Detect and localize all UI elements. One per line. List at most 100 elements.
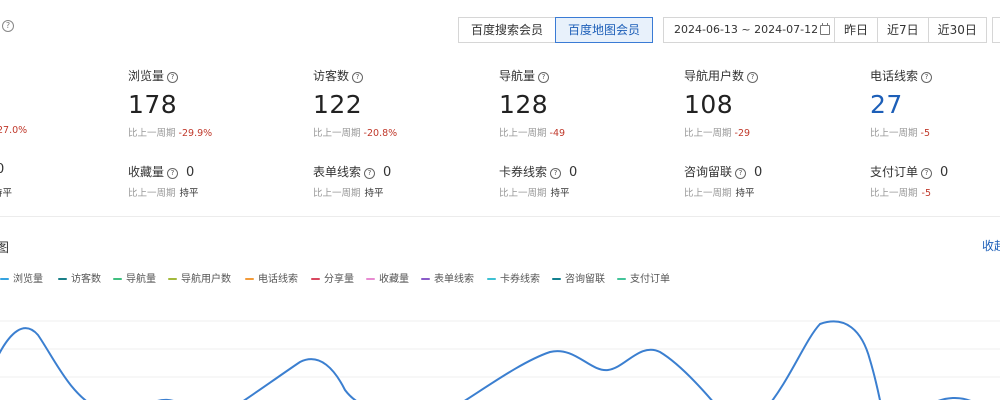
metric-value: 0 xyxy=(569,165,578,180)
metric-form-leads: 表单线索? 0 比上一周期 持平 xyxy=(313,163,391,199)
metric-favorites: 收藏量? 0 比上一周期 持平 xyxy=(128,163,199,199)
metric-value: 122 xyxy=(313,90,363,119)
metric-value: 0 xyxy=(383,165,392,180)
legend-item[interactable]: 支付订单 xyxy=(617,273,670,287)
legend-label: 咨询留联 xyxy=(565,274,605,285)
metric-consult-contacts: 咨询留联? 0 比上一周期 持平 xyxy=(684,163,762,199)
compare-value: 持平 xyxy=(550,188,570,199)
help-icon[interactable]: ? xyxy=(921,168,933,179)
date-range-text: 2024-06-13 ~ 2024-07-12 xyxy=(674,23,819,36)
compare-label: 比上一周期 xyxy=(870,128,918,139)
help-icon[interactable]: ? xyxy=(747,72,759,83)
metric-value: 0 xyxy=(754,165,763,180)
legend-label: 支付订单 xyxy=(630,274,670,285)
help-icon[interactable]: ? xyxy=(550,168,562,179)
metric-paid-orders: 支付订单? 0 比上一周期 -5 xyxy=(870,163,948,199)
legend-swatch xyxy=(552,278,561,280)
metric-coupon-leads: 卡券线索? 0 比上一周期 持平 xyxy=(499,163,577,199)
metric-value: 0 xyxy=(940,165,949,180)
help-icon[interactable]: ? xyxy=(735,168,747,179)
series-line-page-views xyxy=(0,320,971,400)
metric-label: 浏览量 xyxy=(128,69,165,83)
metric-value: 108 xyxy=(684,90,734,119)
compare-value: -5 xyxy=(921,188,931,199)
help-icon[interactable]: ? xyxy=(352,72,364,83)
help-icon[interactable]: ? xyxy=(364,168,376,179)
cut-metric-flat: 持平 xyxy=(0,188,13,199)
metric-label: 导航量 xyxy=(499,69,536,83)
help-icon[interactable]: ? xyxy=(167,168,179,179)
member-tabs: 百度搜索会员 百度地图会员 xyxy=(458,17,654,43)
legend-label: 浏览量 xyxy=(13,274,43,285)
metric-value: 128 xyxy=(499,90,549,119)
legend-swatch xyxy=(421,278,430,280)
legend-item[interactable]: 表单线索 xyxy=(421,273,474,287)
legend-swatch xyxy=(487,278,496,280)
tab-baidu-map-member[interactable]: 百度地图会员 xyxy=(555,17,654,43)
legend-swatch xyxy=(168,278,177,280)
legend-item[interactable]: 咨询留联 xyxy=(552,273,605,287)
legend-swatch xyxy=(311,278,320,280)
compare-value: 持平 xyxy=(179,188,199,199)
date-range-picker[interactable]: 2024-06-13 ~ 2024-07-12 xyxy=(663,17,840,43)
legend-swatch xyxy=(617,278,626,280)
metric-label: 导航用户数 xyxy=(684,69,745,83)
legend-label: 分享量 xyxy=(324,274,354,285)
tab-baidu-search-member[interactable]: 百度搜索会员 xyxy=(458,17,557,43)
compare-label: 比上一周期 xyxy=(870,188,918,199)
compare-label: 比上一周期 xyxy=(128,188,176,199)
legend-swatch xyxy=(366,278,375,280)
compare-value: -20.8% xyxy=(363,128,398,139)
help-icon[interactable]: ? xyxy=(2,20,14,32)
legend-item[interactable]: 导航量 xyxy=(113,273,156,287)
legend-label: 表单线索 xyxy=(434,274,474,285)
compare-value: -49 xyxy=(549,128,566,139)
metric-label: 表单线索 xyxy=(313,165,362,179)
legend-swatch xyxy=(0,278,9,280)
export-button[interactable] xyxy=(992,17,1000,43)
compare-value: -29.9% xyxy=(178,128,213,139)
metric-label: 咨询留联 xyxy=(684,165,733,179)
help-icon[interactable]: ? xyxy=(538,72,550,83)
range-7days-button[interactable]: 近7日 xyxy=(877,17,929,43)
quick-range-group: 昨日 近7日 近30日 xyxy=(834,17,987,43)
legend-item[interactable]: 收藏量 xyxy=(366,273,409,287)
compare-value: 持平 xyxy=(364,188,384,199)
metric-label: 卡券线索 xyxy=(499,165,548,179)
chart-title: 图 xyxy=(0,241,10,256)
compare-value: -29 xyxy=(734,128,751,139)
legend-item[interactable]: 导航用户数 xyxy=(168,273,231,287)
legend-label: 收藏量 xyxy=(379,274,409,285)
compare-value: 持平 xyxy=(735,188,755,199)
compare-label: 比上一周期 xyxy=(313,128,361,139)
cut-metric-value: 0 xyxy=(0,162,5,177)
cut-metric-change: 27.0% xyxy=(0,125,28,136)
range-30days-button[interactable]: 近30日 xyxy=(927,17,987,43)
legend-item[interactable]: 分享量 xyxy=(311,273,354,287)
metric-value: 178 xyxy=(128,90,178,119)
legend-item[interactable]: 电话线索 xyxy=(245,273,298,287)
collapse-link[interactable]: 收起 xyxy=(982,237,1000,254)
trend-chart xyxy=(0,320,1000,400)
metric-value[interactable]: 27 xyxy=(870,90,1000,119)
legend-item[interactable]: 卡券线索 xyxy=(487,273,540,287)
legend-label: 访客数 xyxy=(71,274,101,285)
dashboard-page: ? 百度搜索会员 百度地图会员 2024-06-13 ~ 2024-07-12 … xyxy=(0,0,1000,400)
help-icon[interactable]: ? xyxy=(167,72,179,83)
metric-label: 收藏量 xyxy=(128,165,165,179)
metric-label: 访客数 xyxy=(313,69,350,83)
legend-item[interactable]: 访客数 xyxy=(58,273,101,287)
legend-item[interactable]: 浏览量 xyxy=(0,273,43,287)
metric-visitors: 访客数? 122 比上一周期 -20.8% xyxy=(313,67,483,139)
calendar-icon xyxy=(820,23,830,35)
legend-swatch xyxy=(245,278,254,280)
legend-label: 导航量 xyxy=(126,274,156,285)
legend-swatch xyxy=(113,278,122,280)
metric-label: 电话线索 xyxy=(870,69,919,83)
compare-label: 比上一周期 xyxy=(499,188,547,199)
compare-label: 比上一周期 xyxy=(313,188,361,199)
help-icon[interactable]: ? xyxy=(921,72,933,83)
metric-label: 支付订单 xyxy=(870,165,919,179)
range-yesterday-button[interactable]: 昨日 xyxy=(834,17,879,43)
legend-label: 电话线索 xyxy=(258,274,298,285)
